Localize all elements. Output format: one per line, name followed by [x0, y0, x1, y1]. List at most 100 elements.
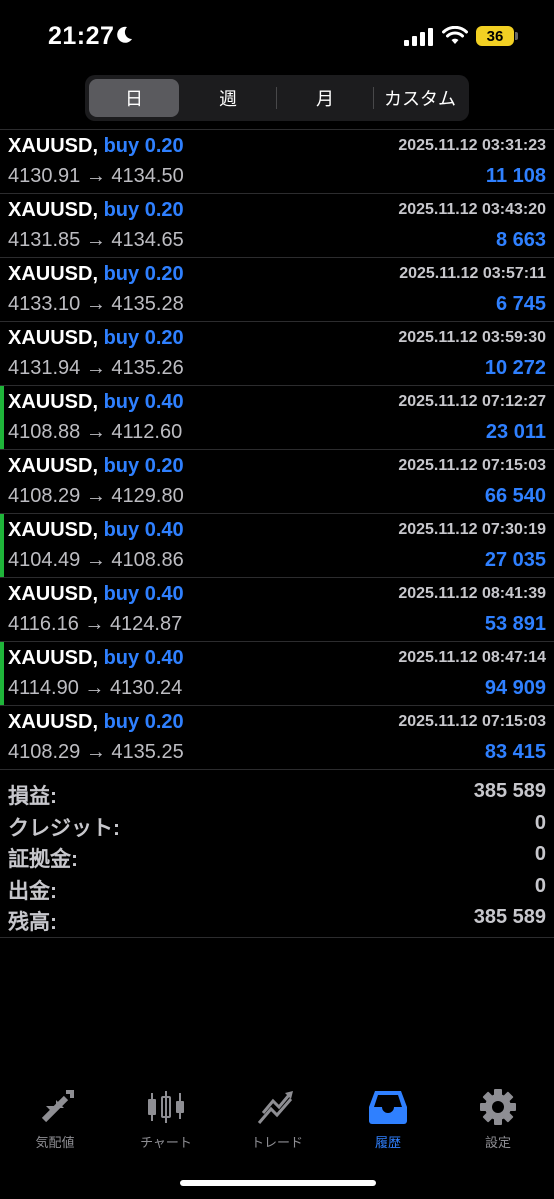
trade-close-price: 4135.25 [111, 741, 184, 763]
trade-symbol: XAUUSD, [8, 135, 99, 157]
trade-row[interactable]: XAUUSD, buy 0.40 2025.11.12 07:30:19 4104.… [0, 513, 554, 577]
trade-history-list: XAUUSD, buy 0.20 2025.11.12 03:31:23 4130.… [0, 129, 554, 769]
trade-marker [0, 642, 4, 705]
trade-close-price: 4112.60 [111, 421, 183, 443]
quotes-icon [38, 1090, 74, 1123]
tab-settings[interactable]: 設定 [443, 1088, 553, 1151]
trade-open-price: 4108.29 [8, 741, 81, 763]
summary-value: 0 [534, 811, 546, 834]
trade-prices: 4104.49 → 4108.86 [8, 549, 184, 572]
segment-month[interactable]: 月 [277, 79, 373, 117]
summary-label: 損益: [8, 785, 57, 808]
trade-symbol-line: XAUUSD, buy 0.40 [8, 647, 184, 670]
account-summary: 損益: 385 589 クレジット: 0 証拠金: 0 出金: 0 残高: 385 589 [0, 769, 554, 936]
trade-profit: 94 909 [484, 677, 546, 699]
trade-prices: 4116.16 → 4124.87 [8, 613, 182, 636]
trade-open-price: 4131.94 [8, 357, 81, 379]
trade-open-price: 4114.90 [8, 677, 79, 699]
trade-row[interactable]: XAUUSD, buy 0.20 2025.11.12 07:15:03 4108.… [0, 449, 554, 513]
status-bar: 21:27 36 [0, 0, 554, 70]
trade-direction: buy 0.20 [103, 327, 184, 349]
trade-profit: 66 540 [484, 485, 546, 507]
trade-profit: 10 272 [484, 357, 546, 379]
trade-symbol: XAUUSD, [8, 455, 99, 477]
tab-chart[interactable]: チャート [111, 1088, 221, 1151]
arrow-icon: → [85, 421, 106, 443]
trade-row[interactable]: XAUUSD, buy 0.20 2025.11.12 03:31:23 4130.… [0, 129, 554, 193]
trade-row[interactable]: XAUUSD, buy 0.20 2025.11.12 03:57:11 4133.… [0, 257, 554, 321]
trade-symbol-line: XAUUSD, buy 0.20 [8, 263, 184, 286]
arrow-icon: → [85, 549, 106, 571]
trade-profit: 11 108 [485, 165, 546, 187]
trade-direction: buy 0.20 [103, 199, 184, 221]
arrow-icon: → [85, 229, 106, 251]
battery-cap [515, 32, 518, 40]
trade-datetime: 2025.11.12 03:59:30 [398, 329, 546, 346]
status-time: 21:27 [48, 22, 115, 50]
candlestick-chart-icon [148, 1091, 184, 1123]
trade-symbol-line: XAUUSD, buy 0.20 [8, 135, 184, 158]
trade-datetime: 2025.11.12 03:57:11 [399, 265, 546, 282]
tab-history[interactable]: 履歴 [333, 1088, 443, 1151]
tab-trade-label: トレード [250, 1135, 303, 1150]
summary-value: 0 [534, 843, 546, 865]
trade-symbol: XAUUSD, [8, 263, 99, 285]
trade-symbol-line: XAUUSD, buy 0.20 [8, 455, 184, 478]
trade-row[interactable]: XAUUSD, buy 0.40 2025.11.12 08:41:39 4116.… [0, 577, 554, 641]
trade-marker [0, 514, 4, 577]
trade-profit: 8 663 [495, 229, 546, 251]
trade-direction: buy 0.20 [103, 711, 184, 733]
history-inbox-icon [369, 1091, 407, 1124]
trade-row[interactable]: XAUUSD, buy 0.40 2025.11.12 08:47:14 4114.… [0, 641, 554, 705]
trade-symbol-line: XAUUSD, buy 0.20 [8, 327, 184, 350]
arrow-icon: → [85, 741, 106, 763]
trade-direction: buy 0.40 [103, 583, 184, 605]
segment-week[interactable]: 週 [181, 79, 275, 117]
trade-datetime: 2025.11.12 07:15:03 [398, 457, 546, 474]
trade-direction: buy 0.40 [103, 391, 184, 413]
trade-profit: 6 745 [495, 293, 546, 315]
trade-symbol-line: XAUUSD, buy 0.40 [8, 519, 184, 542]
trade-prices: 4108.29 → 4135.25 [8, 741, 184, 764]
trade-symbol-line: XAUUSD, buy 0.40 [8, 391, 184, 414]
tab-settings-label: 設定 [484, 1135, 511, 1150]
trade-open-price: 4108.88 [8, 421, 81, 443]
tab-quotes[interactable]: 気配値 [0, 1088, 110, 1151]
arrow-icon: → [84, 613, 105, 635]
trade-datetime: 2025.11.12 07:30:19 [398, 521, 546, 538]
gear-icon [480, 1089, 516, 1125]
summary-label: 証拠金: [8, 848, 78, 871]
trade-datetime: 2025.11.12 08:41:39 [398, 585, 546, 602]
trade-symbol: XAUUSD, [8, 711, 99, 733]
trade-profit: 27 035 [484, 549, 546, 571]
trade-row[interactable]: XAUUSD, buy 0.20 2025.11.12 07:15:03 4108.… [0, 705, 554, 769]
trade-symbol: XAUUSD, [8, 583, 99, 605]
trade-symbol-line: XAUUSD, buy 0.20 [8, 711, 184, 734]
home-indicator[interactable] [180, 1180, 376, 1186]
summary-divider [0, 937, 554, 938]
segment-day[interactable]: 日 [89, 79, 179, 117]
trade-prices: 4130.91 → 4134.50 [8, 165, 184, 188]
trade-close-price: 4134.65 [111, 229, 184, 251]
trade-datetime: 2025.11.12 07:15:03 [398, 713, 546, 730]
trade-direction: buy 0.20 [103, 263, 184, 285]
trade-close-price: 4129.80 [111, 485, 184, 507]
trade-symbol-line: XAUUSD, buy 0.40 [8, 583, 184, 606]
summary-row: クレジット: 0 [0, 810, 554, 842]
trade-open-price: 4108.29 [8, 485, 81, 507]
trade-row[interactable]: XAUUSD, buy 0.20 2025.11.12 03:43:20 4131.… [0, 193, 554, 257]
summary-value: 0 [534, 874, 546, 897]
arrow-icon: → [85, 165, 106, 187]
trade-marker [0, 386, 4, 449]
trade-icon [257, 1091, 293, 1124]
trade-symbol: XAUUSD, [8, 199, 99, 221]
segment-custom[interactable]: カスタム [374, 79, 466, 117]
summary-row: 損益: 385 589 [0, 778, 554, 810]
trade-row[interactable]: XAUUSD, buy 0.40 2025.11.12 07:12:27 4108.… [0, 385, 554, 449]
trade-profit: 83 415 [484, 741, 546, 763]
summary-row: 証拠金: 0 [0, 841, 554, 873]
tab-trade[interactable]: トレード [222, 1088, 332, 1151]
tab-history-label: 履歴 [374, 1135, 401, 1150]
trade-prices: 4114.90 → 4130.24 [8, 677, 182, 700]
trade-row[interactable]: XAUUSD, buy 0.20 2025.11.12 03:59:30 4131.… [0, 321, 554, 385]
